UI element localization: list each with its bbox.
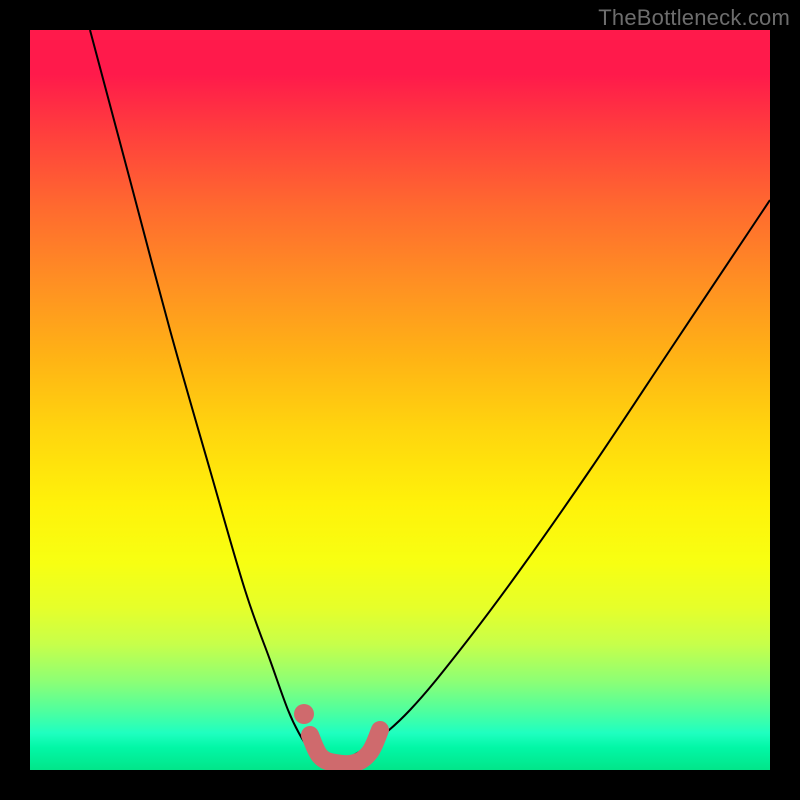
chart-frame: TheBottleneck.com xyxy=(0,0,800,800)
bottleneck-marker xyxy=(310,730,380,764)
left-curve xyxy=(90,30,320,762)
marker-start-dot xyxy=(294,704,314,724)
chart-svg xyxy=(30,30,770,770)
right-curve xyxy=(340,200,770,762)
watermark-text: TheBottleneck.com xyxy=(598,5,790,31)
plot-area xyxy=(30,30,770,770)
